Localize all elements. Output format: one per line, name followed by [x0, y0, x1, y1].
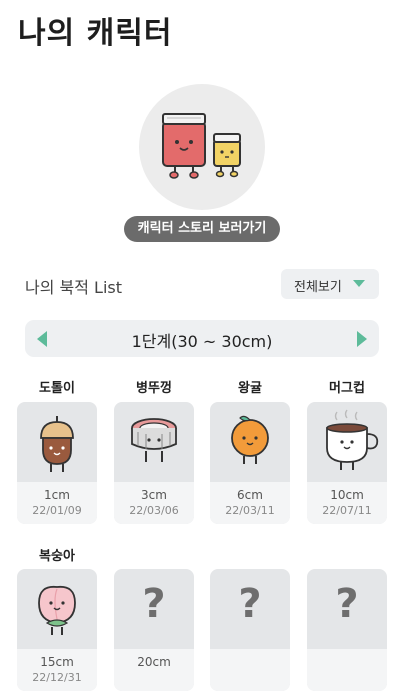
character-name: 왕귤: [238, 381, 262, 396]
acorn-icon: [40, 416, 74, 472]
character-name: 머그컵: [329, 381, 365, 396]
character-length: 10cm: [330, 488, 364, 502]
question-icon: ?: [142, 581, 166, 627]
character-name: 병뚜껑: [136, 381, 172, 396]
character-length: 1cm: [44, 488, 70, 502]
character-avatar: [139, 84, 265, 210]
character-card-acorn[interactable]: 1cm 22/01/09: [17, 402, 97, 524]
character-date: 22/07/11: [322, 504, 372, 517]
tangerine-icon: [231, 415, 269, 464]
next-stage-arrow-icon[interactable]: [357, 331, 367, 347]
character-length: 20cm: [137, 655, 171, 669]
stage-label: 1단계(30 ~ 30cm): [131, 332, 273, 351]
mug-icon: [326, 409, 379, 470]
question-icon: ?: [335, 581, 359, 627]
character-date: 22/03/06: [129, 504, 179, 517]
character-date: 22/12/31: [32, 671, 82, 684]
book-list-title: 나의 북적 List: [25, 278, 123, 297]
character-length: 15cm: [40, 655, 74, 669]
view-all-dropdown[interactable]: 전체보기: [281, 269, 379, 299]
question-icon: ?: [238, 581, 262, 627]
character-story-button[interactable]: 캐릭터 스토리 보러가기: [124, 216, 280, 242]
character-card-locked[interactable]: ?: [307, 569, 387, 691]
character-date: 22/01/09: [32, 504, 82, 517]
character-card-tangerine[interactable]: 6cm 22/03/11: [210, 402, 290, 524]
page-title: 나의 캐릭터: [18, 16, 173, 51]
character-date: 22/03/11: [225, 504, 275, 517]
caret-down-icon: [353, 280, 365, 287]
character-name: 복숭아: [39, 549, 75, 564]
bottle-cap-icon: [131, 418, 177, 462]
character-card-locked[interactable]: ?: [210, 569, 290, 691]
character-length: 3cm: [141, 488, 167, 502]
character-length: 6cm: [237, 488, 263, 502]
view-all-label: 전체보기: [294, 280, 342, 295]
character-card-peach[interactable]: 15cm 22/12/31: [17, 569, 97, 691]
peach-icon: [38, 585, 76, 635]
character-card-mug[interactable]: 10cm 22/07/11: [307, 402, 387, 524]
character-card-locked[interactable]: ? 20cm: [114, 569, 194, 691]
books-character-icon: [162, 113, 241, 179]
character-name: 도톨이: [39, 381, 75, 396]
stage-selector: 1단계(30 ~ 30cm): [25, 320, 379, 357]
character-card-bottle-cap[interactable]: 3cm 22/03/06: [114, 402, 194, 524]
